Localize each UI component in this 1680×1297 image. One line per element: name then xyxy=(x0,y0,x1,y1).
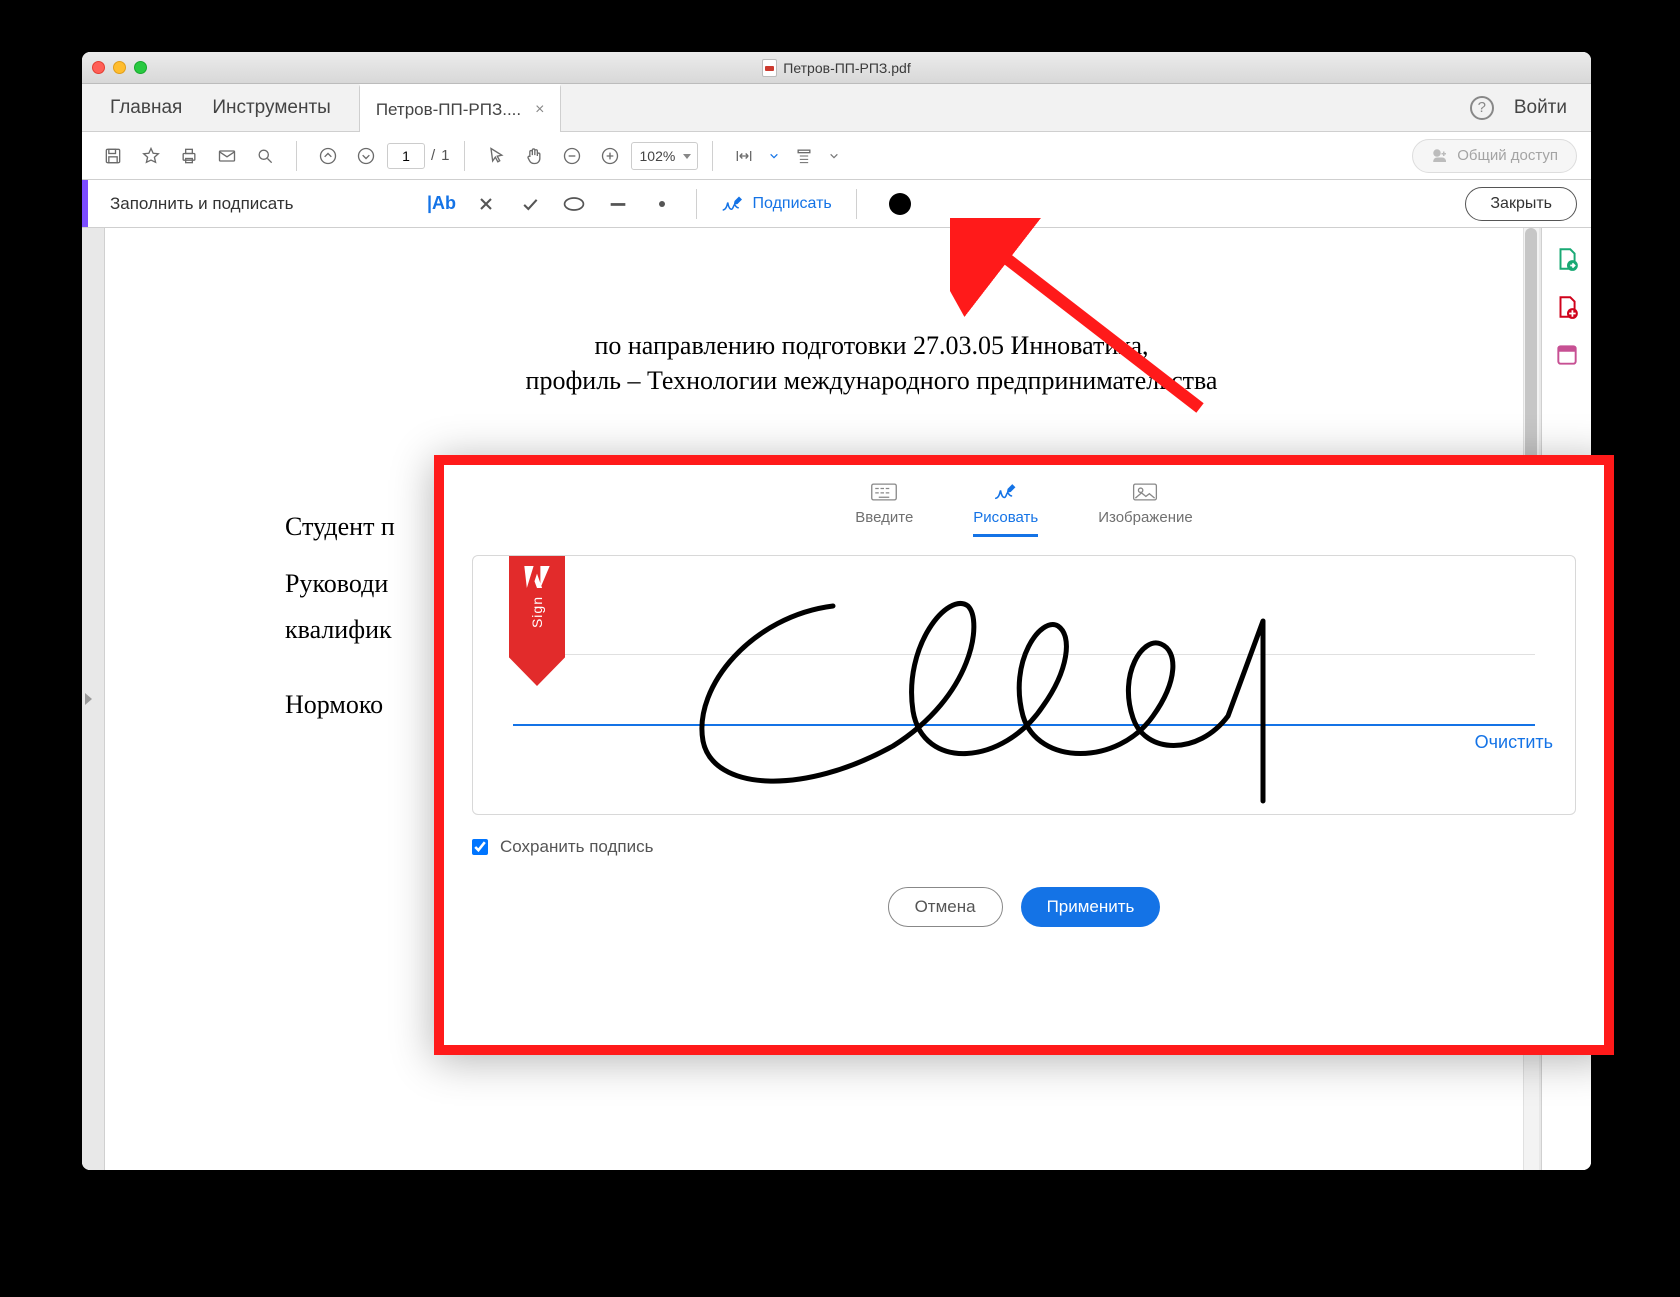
page-current-input[interactable] xyxy=(387,143,425,169)
cancel-button[interactable]: Отмена xyxy=(888,887,1003,927)
zoom-select[interactable]: 102% xyxy=(631,142,699,170)
fit-width-icon[interactable] xyxy=(727,139,761,173)
tab-image-label: Изображение xyxy=(1098,509,1193,526)
selection-tool-icon[interactable] xyxy=(479,139,513,173)
doc-line-1: по направлению подготовки 27.03.05 Иннов… xyxy=(285,328,1458,363)
create-pdf-icon[interactable] xyxy=(1554,294,1580,320)
tab-type-label: Введите xyxy=(855,509,913,526)
color-picker[interactable] xyxy=(889,193,911,215)
mail-icon[interactable] xyxy=(210,139,244,173)
star-icon[interactable] xyxy=(134,139,168,173)
nav-tools[interactable]: Инструменты xyxy=(212,97,330,119)
titlebar: Петров-ПП-РПЗ.pdf xyxy=(82,52,1591,84)
zoom-out-icon[interactable] xyxy=(555,139,589,173)
checkmark-tool-icon[interactable] xyxy=(510,187,550,221)
window-title: Петров-ПП-РПЗ.pdf xyxy=(783,60,910,76)
page-display-icon[interactable] xyxy=(787,139,821,173)
help-icon[interactable]: ? xyxy=(1470,96,1494,120)
page-sep: / xyxy=(431,147,435,164)
share-button[interactable]: Общий доступ xyxy=(1412,139,1577,173)
hand-tool-icon[interactable] xyxy=(517,139,551,173)
tab-draw-label: Рисовать xyxy=(973,509,1038,526)
oval-tool-icon[interactable] xyxy=(554,187,594,221)
chevron-down-icon[interactable] xyxy=(765,139,783,173)
login-button[interactable]: Войти xyxy=(1514,97,1567,119)
search-icon[interactable] xyxy=(248,139,282,173)
sign-button[interactable]: Подписать xyxy=(711,193,842,215)
save-signature-label: Сохранить подпись xyxy=(500,837,653,857)
page-total: 1 xyxy=(441,147,449,164)
document-tab[interactable]: Петров-ПП-РПЗ.... × xyxy=(359,84,562,132)
pdf-file-icon xyxy=(762,59,777,77)
chevron-down-icon[interactable] xyxy=(825,139,843,173)
x-mark-tool-icon[interactable] xyxy=(466,187,506,221)
accent-bar xyxy=(82,180,88,227)
signature-tab-draw[interactable]: Рисовать xyxy=(973,481,1038,537)
adobe-sign-ribbon: Sign xyxy=(509,556,565,686)
page-counter: / 1 xyxy=(387,143,450,169)
dot-tool-icon[interactable] xyxy=(642,187,682,221)
tab-close-icon[interactable]: × xyxy=(535,101,544,119)
clear-signature-button[interactable]: Очистить xyxy=(1475,732,1553,753)
sign-label: Подписать xyxy=(753,195,832,213)
zoom-in-icon[interactable] xyxy=(593,139,627,173)
drawn-signature xyxy=(623,566,1403,806)
close-fill-sign-button[interactable]: Закрыть xyxy=(1465,187,1577,221)
signature-tab-image[interactable]: Изображение xyxy=(1098,481,1193,537)
export-pdf-icon[interactable] xyxy=(1554,246,1580,272)
save-signature-row[interactable]: Сохранить подпись xyxy=(472,837,1576,857)
share-label: Общий доступ xyxy=(1457,147,1558,164)
save-icon[interactable] xyxy=(96,139,130,173)
signature-tab-type[interactable]: Введите xyxy=(855,481,913,537)
fill-sign-title: Заполнить и подписать xyxy=(96,194,334,214)
line-tool-icon[interactable] xyxy=(598,187,638,221)
ribbon-text: Sign xyxy=(529,596,545,628)
edit-pdf-icon[interactable] xyxy=(1554,342,1580,368)
left-panel-toggle[interactable] xyxy=(82,228,94,1170)
save-signature-checkbox[interactable] xyxy=(472,839,488,855)
main-toolbar: / 1 102% xyxy=(82,132,1591,180)
zoom-value: 102% xyxy=(640,148,676,164)
apply-button[interactable]: Применить xyxy=(1021,887,1161,927)
fill-sign-toolbar: Заполнить и подписать |Ab Подписать Зак xyxy=(82,180,1591,228)
signature-dialog: Введите Рисовать Изображение Sign Очисти… xyxy=(434,455,1614,1055)
text-tool-button[interactable]: |Ab xyxy=(422,187,462,221)
page-down-icon[interactable] xyxy=(349,139,383,173)
print-icon[interactable] xyxy=(172,139,206,173)
document-tab-label: Петров-ПП-РПЗ.... xyxy=(376,100,521,120)
signature-canvas[interactable]: Sign Очистить xyxy=(472,555,1576,815)
page-up-icon[interactable] xyxy=(311,139,345,173)
tabbar: Главная Инструменты Петров-ПП-РПЗ.... × … xyxy=(82,84,1591,132)
nav-home[interactable]: Главная xyxy=(110,97,182,119)
doc-line-2: профиль – Технологии международного пред… xyxy=(285,363,1458,398)
